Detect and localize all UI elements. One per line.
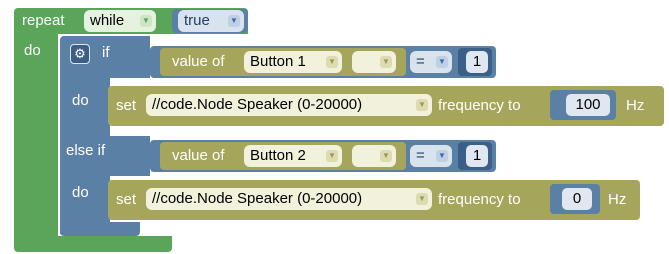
compare-value-1[interactable]: 1: [466, 51, 488, 73]
chevron-down-icon: ▼: [228, 15, 240, 27]
speaker-target-dropdown-2[interactable]: //code.Node Speaker (0-20000) ▼: [146, 188, 432, 210]
operator-dropdown-2[interactable]: = ▼: [410, 145, 452, 167]
value-of-label-2: value of: [172, 147, 225, 164]
if-label: if: [102, 44, 110, 61]
chevron-down-icon: ▼: [326, 150, 338, 162]
gear-icon[interactable]: ⚙: [70, 44, 90, 64]
unit-label-2: Hz: [608, 191, 627, 208]
chevron-down-icon: ▼: [416, 193, 428, 205]
repeat-mode-dropdown[interactable]: while ▼: [84, 10, 156, 32]
component-dropdown-2[interactable]: Button 2 ▼: [244, 145, 342, 167]
frequency-label-2: frequency to: [438, 191, 521, 208]
true-value-dropdown[interactable]: true ▼: [178, 10, 244, 32]
chevron-down-icon: ▼: [326, 56, 338, 68]
property-dropdown-1[interactable]: ▼: [352, 51, 396, 73]
property-dropdown-2[interactable]: ▼: [352, 145, 396, 167]
else-if-do-label: do: [72, 184, 89, 201]
if-block-bottom: [60, 222, 140, 236]
else-if-row: [110, 136, 150, 176]
chevron-down-icon: ▼: [436, 150, 448, 162]
repeat-label: repeat: [22, 12, 65, 29]
chevron-down-icon: ▼: [380, 150, 392, 162]
else-if-label: else if: [66, 142, 106, 159]
value-of-label-1: value of: [172, 53, 225, 70]
chevron-down-icon: ▼: [140, 15, 152, 27]
chevron-down-icon: ▼: [380, 56, 392, 68]
frequency-label-1: frequency to: [438, 97, 521, 114]
repeat-do-label: do: [24, 42, 41, 59]
chevron-down-icon: ▼: [416, 99, 428, 111]
set-label-2: set: [116, 191, 137, 208]
set-label-1: set: [116, 97, 137, 114]
chevron-down-icon: ▼: [436, 56, 448, 68]
repeat-block-footer: [14, 236, 172, 252]
component-dropdown-1[interactable]: Button 1 ▼: [244, 51, 342, 73]
frequency-value-2[interactable]: 0: [562, 188, 592, 210]
repeat-block-spine: [14, 34, 58, 244]
compare-value-2[interactable]: 1: [466, 145, 488, 167]
if-do-label: do: [72, 92, 89, 109]
unit-label-1: Hz: [626, 97, 645, 114]
frequency-value-1[interactable]: 100: [566, 94, 610, 116]
speaker-target-dropdown-1[interactable]: //code.Node Speaker (0-20000) ▼: [146, 94, 432, 116]
operator-dropdown-1[interactable]: = ▼: [410, 51, 452, 73]
